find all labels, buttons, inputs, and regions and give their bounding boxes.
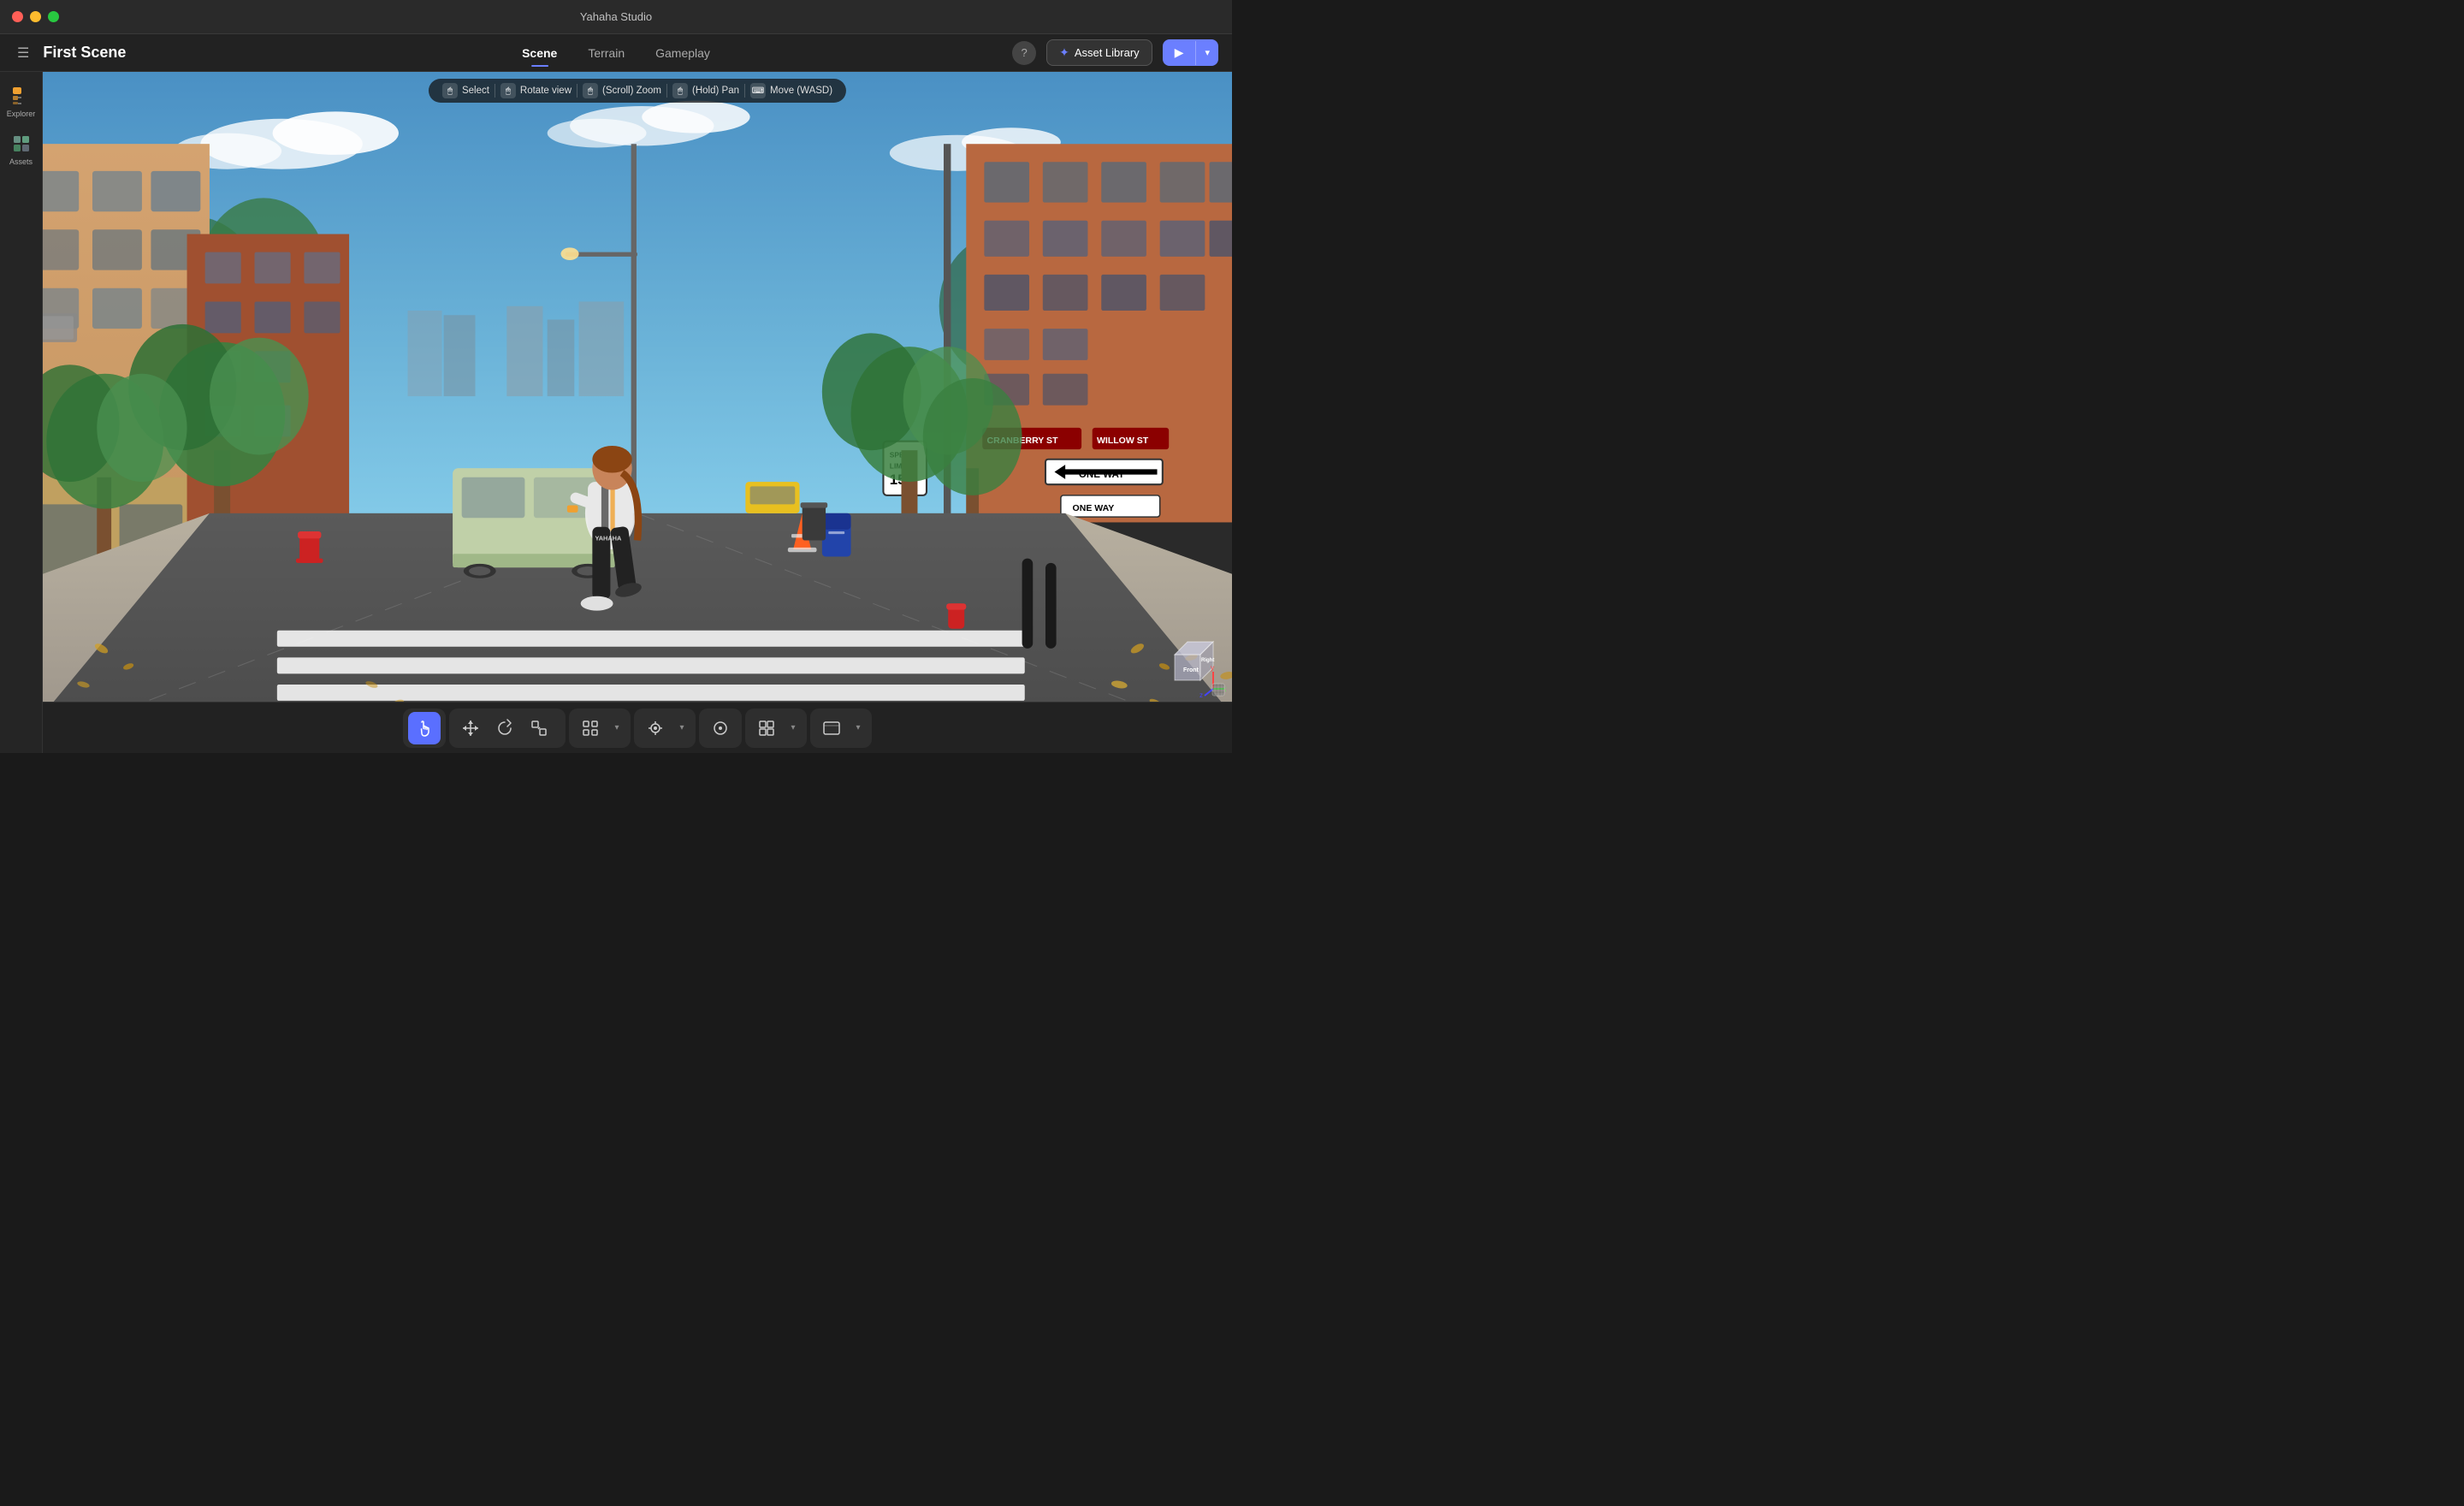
sidebar-item-explorer[interactable]: Explorer xyxy=(3,79,40,123)
tool-rotate[interactable] xyxy=(489,712,521,744)
tool-grid-view[interactable] xyxy=(750,712,783,744)
viewport[interactable]: CRANBERRY ST WILLOW ST ONE WAY ONE WAY S… xyxy=(43,72,1232,753)
hamburger-menu[interactable]: ☰ xyxy=(14,41,33,65)
nav-cube[interactable]: Front Right x y z xyxy=(1158,629,1222,693)
viewport-mode-dropdown[interactable]: ▾ xyxy=(850,712,867,744)
svg-text:Right: Right xyxy=(1201,658,1214,663)
assets-icon-container xyxy=(9,132,33,156)
explorer-icon-container xyxy=(9,84,33,108)
traffic-lights xyxy=(12,11,59,22)
tab-scene[interactable]: Scene xyxy=(508,41,571,65)
explorer-icon xyxy=(11,86,32,106)
tool-snap-move[interactable] xyxy=(639,712,672,744)
left-sidebar: Explorer Assets xyxy=(0,72,43,753)
svg-text:z: z xyxy=(1199,691,1203,697)
grid-dropdown[interactable]: ▾ xyxy=(785,712,802,744)
tool-group-circle xyxy=(699,709,742,748)
play-button-group: ▶ ▾ xyxy=(1163,39,1218,66)
svg-text:WILLOW ST: WILLOW ST xyxy=(1097,436,1149,446)
play-dropdown-button[interactable]: ▾ xyxy=(1196,41,1218,64)
svg-text:Front: Front xyxy=(1183,667,1199,673)
svg-text:y: y xyxy=(1211,664,1214,672)
tool-viewport-mode[interactable] xyxy=(815,712,848,744)
tool-hint-rotate: 🖱 Rotate view xyxy=(500,83,572,98)
tool-grab[interactable] xyxy=(408,712,441,744)
snap-move-dropdown[interactable]: ▾ xyxy=(673,712,690,744)
tool-hint-select: 🖱 Select xyxy=(442,83,489,98)
multi-transform-dropdown[interactable]: ▾ xyxy=(608,712,625,744)
close-button[interactable] xyxy=(12,11,23,22)
zoom-label: (Scroll) Zoom xyxy=(602,86,661,96)
tool-hint-zoom: 🖱 (Scroll) Zoom xyxy=(583,83,661,98)
svg-text:ONE WAY: ONE WAY xyxy=(1073,503,1115,513)
pan-icon: 🖱 xyxy=(672,83,688,98)
navbar: ☰ First Scene Scene Terrain Gameplay ? ✦… xyxy=(0,34,1232,72)
tool-group-transform xyxy=(449,709,566,748)
tool-pivot[interactable] xyxy=(704,712,737,744)
help-button[interactable]: ? xyxy=(1012,41,1036,65)
pan-label: (Hold) Pan xyxy=(692,86,739,96)
assets-icon xyxy=(11,133,32,154)
minimize-button[interactable] xyxy=(30,11,41,22)
asset-library-icon: ✦ xyxy=(1059,45,1069,60)
tool-hint-pan: 🖱 (Hold) Pan xyxy=(672,83,739,98)
tool-translate[interactable] xyxy=(454,712,487,744)
zoom-icon: 🖱 xyxy=(583,83,598,98)
rotate-label: Rotate view xyxy=(520,86,572,96)
viewport-toolbar: 🖱 Select 🖱 Rotate view 🖱 (Scroll) Zoom 🖱… xyxy=(429,79,846,103)
rotate-view-icon: 🖱 xyxy=(500,83,516,98)
bottom-toolbar: ▾ ▾ xyxy=(43,702,1232,753)
tool-scale[interactable] xyxy=(523,712,555,744)
tool-group-snap: ▾ xyxy=(634,709,696,748)
titlebar: Yahaha Studio xyxy=(0,0,1232,34)
main-content: Explorer Assets xyxy=(0,72,1232,753)
select-label: Select xyxy=(462,86,489,96)
tool-group-grid: ▾ xyxy=(745,709,807,748)
move-icon: ⌨ xyxy=(750,83,766,98)
assets-label: Assets xyxy=(9,157,33,166)
tool-group-viewport-display: ▾ xyxy=(810,709,872,748)
app-title: Yahaha Studio xyxy=(580,10,652,23)
explorer-label: Explorer xyxy=(7,110,36,118)
play-button[interactable]: ▶ xyxy=(1163,39,1196,66)
tab-terrain[interactable]: Terrain xyxy=(574,41,638,65)
asset-library-label: Asset Library xyxy=(1075,46,1140,59)
tab-gameplay[interactable]: Gameplay xyxy=(642,41,724,65)
tool-multi-transform[interactable] xyxy=(574,712,607,744)
nav-right: ? ✦ Asset Library ▶ ▾ xyxy=(1012,39,1218,66)
svg-text:x: x xyxy=(1225,685,1226,693)
tool-group-multi: ▾ xyxy=(569,709,631,748)
toolbar-divider-2 xyxy=(577,84,578,98)
move-label: Move (WASD) xyxy=(770,86,832,96)
scene-viewport: CRANBERRY ST WILLOW ST ONE WAY ONE WAY S… xyxy=(43,72,1232,753)
tool-hint-move: ⌨ Move (WASD) xyxy=(750,83,832,98)
svg-text:YAHAHA: YAHAHA xyxy=(595,535,622,543)
tool-snap-icon xyxy=(557,712,560,744)
sidebar-item-assets[interactable]: Assets xyxy=(3,127,40,171)
svg-text:ONE WAY: ONE WAY xyxy=(1079,470,1125,480)
toolbar-divider-4 xyxy=(744,84,745,98)
toolbar-divider-3 xyxy=(666,84,667,98)
nav-tabs: Scene Terrain Gameplay xyxy=(508,41,724,65)
scene-name: First Scene xyxy=(43,44,126,62)
asset-library-button[interactable]: ✦ Asset Library xyxy=(1046,39,1152,66)
tool-group-main xyxy=(403,709,446,748)
maximize-button[interactable] xyxy=(48,11,59,22)
select-icon: 🖱 xyxy=(442,83,458,98)
